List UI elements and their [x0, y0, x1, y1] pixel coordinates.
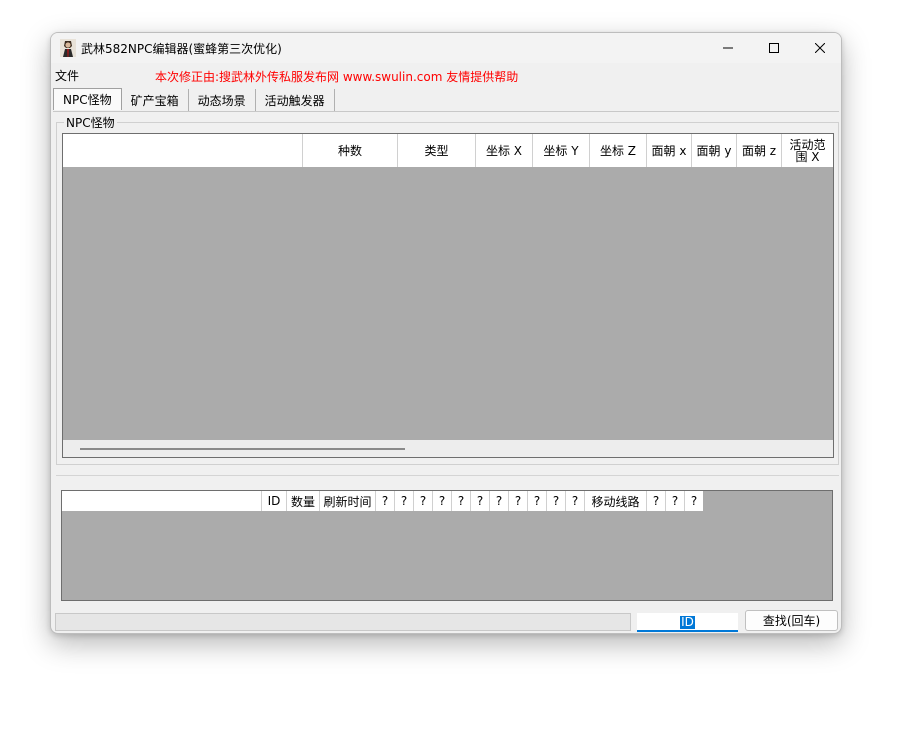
app-character-icon — [60, 39, 76, 57]
column-header[interactable]: ? — [546, 491, 565, 511]
column-header[interactable]: ? — [527, 491, 546, 511]
maximize-icon — [769, 43, 779, 53]
group-label: NPC怪物 — [64, 114, 117, 131]
column-header[interactable]: ? — [489, 491, 508, 511]
column-header[interactable]: 面朝 y — [691, 134, 736, 167]
column-header[interactable]: 种数 — [302, 134, 397, 167]
column-header[interactable]: 活动范围 X — [781, 134, 833, 167]
minimize-button[interactable] — [705, 33, 751, 63]
close-button[interactable] — [797, 33, 841, 63]
find-button[interactable]: 查找(回车) — [745, 610, 838, 631]
column-header[interactable]: 面朝 z — [736, 134, 781, 167]
column-header[interactable]: 面朝 x — [646, 134, 691, 167]
column-header[interactable]: 移动线路 — [584, 491, 646, 511]
column-header[interactable]: ID — [261, 491, 286, 511]
npc-grid[interactable]: 种数 类型 坐标 X 坐标 Y 坐标 Z 面朝 x 面朝 y 面朝 z 活动范围… — [62, 133, 834, 458]
column-header[interactable]: 数量 — [286, 491, 319, 511]
tab-dynamic-scenes[interactable]: 动态场景 — [189, 89, 256, 111]
window-title: 武林582NPC编辑器(蜜蜂第三次优化) — [81, 42, 282, 56]
tab-mine-chests[interactable]: 矿产宝箱 — [122, 89, 189, 111]
app-window: 武林582NPC编辑器(蜜蜂第三次优化) 文件 本次修正由:搜武林外传私服发布网… — [50, 32, 842, 634]
column-header[interactable]: ? — [432, 491, 451, 511]
search-field[interactable] — [637, 613, 738, 632]
status-bar — [55, 613, 631, 631]
column-header[interactable] — [62, 491, 261, 511]
tab-npc-monsters[interactable]: NPC怪物 — [53, 88, 122, 110]
column-header[interactable]: ? — [565, 491, 584, 511]
column-header[interactable]: 坐标 Z — [589, 134, 646, 167]
column-header[interactable]: 类型 — [397, 134, 475, 167]
spawn-grid-header: ID 数量 刷新时间 ? ? ? ? ? ? ? ? ? ? ? 移动线路 ? … — [62, 491, 703, 511]
scrollbar-thumb[interactable] — [80, 448, 405, 450]
npc-group-box: NPC怪物 种数 类型 坐标 X 坐标 Y 坐标 Z 面朝 x 面朝 y 面朝 … — [56, 114, 839, 465]
notice-text: 本次修正由:搜武林外传私服发布网 www.swulin.com 友情提供帮助 — [155, 70, 519, 84]
column-header[interactable]: ? — [665, 491, 684, 511]
column-header[interactable]: ? — [646, 491, 665, 511]
column-header[interactable]: 刷新时间 — [319, 491, 375, 511]
title-bar: 武林582NPC编辑器(蜜蜂第三次优化) — [51, 33, 841, 63]
column-header[interactable]: 坐标 Y — [532, 134, 589, 167]
column-header[interactable]: ? — [684, 491, 703, 511]
close-icon — [815, 43, 825, 53]
column-header[interactable]: ? — [413, 491, 432, 511]
column-header[interactable]: ? — [394, 491, 413, 511]
column-header[interactable]: 坐标 X — [475, 134, 532, 167]
section-divider — [56, 475, 839, 476]
tab-divider — [53, 111, 839, 112]
menu-file[interactable]: 文件 — [55, 67, 79, 84]
column-header[interactable]: ? — [451, 491, 470, 511]
menu-bar: 文件 本次修正由:搜武林外传私服发布网 www.swulin.com 友情提供帮… — [51, 65, 841, 85]
minimize-icon — [723, 47, 733, 49]
column-header[interactable]: ? — [508, 491, 527, 511]
npc-grid-header: 种数 类型 坐标 X 坐标 Y 坐标 Z 面朝 x 面朝 y 面朝 z 活动范围… — [63, 134, 833, 167]
column-header[interactable] — [63, 134, 302, 167]
tab-strip: NPC怪物 矿产宝箱 动态场景 活动触发器 — [53, 88, 335, 111]
tab-event-triggers[interactable]: 活动触发器 — [256, 89, 335, 111]
maximize-button[interactable] — [751, 33, 797, 63]
column-header[interactable]: ? — [375, 491, 394, 511]
horizontal-scrollbar[interactable] — [63, 440, 833, 457]
spawn-grid[interactable]: ID 数量 刷新时间 ? ? ? ? ? ? ? ? ? ? ? 移动线路 ? … — [61, 490, 833, 601]
column-header[interactable]: ? — [470, 491, 489, 511]
